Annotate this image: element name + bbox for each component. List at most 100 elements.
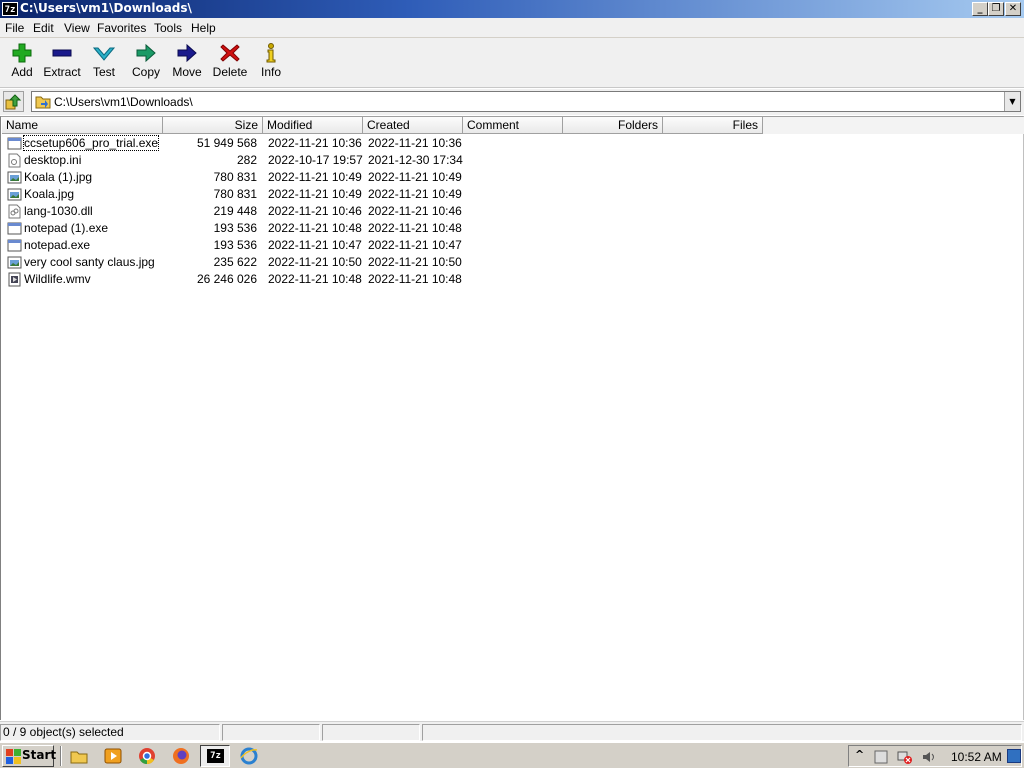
app-window: 7z C:\Users\vm1\Downloads\ _ ❐ ✕ File Ed… xyxy=(0,0,1024,768)
file-name: Wildlife.wmv xyxy=(24,272,91,286)
status-panel-extra xyxy=(422,724,1022,741)
file-name: Koala (1).jpg xyxy=(24,170,93,184)
file-size: 193 536 xyxy=(213,221,257,235)
minimize-button[interactable]: _ xyxy=(972,2,988,16)
file-name: notepad.exe xyxy=(24,238,91,252)
info-button[interactable]: Info xyxy=(249,42,293,84)
maximize-button[interactable]: ❐ xyxy=(988,2,1004,16)
test-label: Test xyxy=(92,65,115,79)
volume-icon[interactable] xyxy=(921,749,937,765)
file-modified: 2022-11-21 10:48 xyxy=(268,272,362,286)
file-created: 2022-11-21 10:50 xyxy=(368,255,462,269)
chrome-icon[interactable] xyxy=(138,747,156,765)
column-folders[interactable]: Folders xyxy=(563,117,663,134)
explorer-icon[interactable] xyxy=(70,747,88,765)
video-icon xyxy=(8,272,21,287)
menu-file[interactable]: File xyxy=(5,21,24,35)
column-size[interactable]: Size xyxy=(163,117,263,134)
file-row[interactable]: Koala (1).jpg 780 831 2022-11-21 10:49 2022… xyxy=(2,169,762,186)
file-row[interactable]: ccsetup606_pro_trial.exe 51 949 568 2022-1… xyxy=(2,135,762,152)
action-center-icon[interactable] xyxy=(873,749,889,765)
file-name: ccsetup606_pro_trial.exe xyxy=(22,135,160,151)
7zip-icon: 7z xyxy=(207,749,224,763)
add-button[interactable]: Add xyxy=(0,42,44,84)
test-icon xyxy=(92,47,116,61)
menu-help[interactable]: Help xyxy=(191,21,216,35)
column-comment[interactable]: Comment xyxy=(463,117,563,134)
file-size: 780 831 xyxy=(213,170,257,184)
file-created: 2022-11-21 10:48 xyxy=(368,221,462,235)
file-size: 51 949 568 xyxy=(196,136,257,150)
file-size: 219 448 xyxy=(213,204,257,218)
move-button[interactable]: Move xyxy=(165,42,209,84)
file-row[interactable]: desktop.ini 282 2022-10-17 19:57 2021-12-30… xyxy=(2,152,762,169)
close-button[interactable]: ✕ xyxy=(1005,2,1021,16)
firefox-icon[interactable] xyxy=(172,747,190,765)
file-row[interactable]: lang-1030.dll 219 448 2022-11-21 10:46 2022… xyxy=(2,203,762,220)
file-size: 235 622 xyxy=(213,255,257,269)
file-row[interactable]: notepad.exe 193 536 2022-11-21 10:47 2022-1… xyxy=(2,237,762,254)
copy-button[interactable]: Copy xyxy=(124,42,168,84)
file-row[interactable]: Koala.jpg 780 831 2022-11-21 10:49 2022-11-… xyxy=(2,186,762,203)
move-icon xyxy=(177,43,197,63)
menu-view[interactable]: View xyxy=(64,21,90,35)
move-label: Move xyxy=(172,65,202,79)
folder-icon xyxy=(35,96,51,109)
status-panel-modified xyxy=(322,724,420,741)
task-7zip[interactable]: 7z xyxy=(200,745,230,767)
menu-favorites[interactable]: Favorites xyxy=(97,21,146,35)
file-row[interactable]: notepad (1).exe 193 536 2022-11-21 10:48 20… xyxy=(2,220,762,237)
file-created: 2022-11-21 10:47 xyxy=(368,238,462,252)
status-panel-size xyxy=(222,724,320,741)
clock[interactable]: 10:52 AM xyxy=(951,750,1002,764)
file-name: Koala.jpg xyxy=(24,187,75,201)
app-icon: 7z xyxy=(2,2,18,16)
address-combobox[interactable]: C:\Users\vm1\Downloads\ ▼ xyxy=(31,91,1021,112)
copy-label: Copy xyxy=(131,65,160,79)
extract-button[interactable]: Extract xyxy=(40,42,84,84)
file-created: 2022-11-21 10:36 xyxy=(368,136,462,150)
exe-icon xyxy=(7,222,22,235)
delete-icon xyxy=(220,44,240,62)
file-created: 2022-11-21 10:48 xyxy=(368,272,462,286)
title-bar[interactable]: 7z C:\Users\vm1\Downloads\ _ ❐ ✕ xyxy=(0,0,1024,18)
file-row[interactable]: Wildlife.wmv 26 246 026 2022-11-21 10:48 20… xyxy=(2,271,762,288)
chevron-down-icon[interactable]: ▼ xyxy=(1004,92,1020,111)
file-name: very cool santy claus.jpg xyxy=(24,255,155,269)
test-button[interactable]: Test xyxy=(82,42,126,84)
start-label: Start xyxy=(22,748,57,762)
up-folder-button[interactable] xyxy=(3,91,24,112)
file-modified: 2022-11-21 10:49 xyxy=(268,187,362,201)
column-files[interactable]: Files xyxy=(663,117,763,134)
file-name: lang-1030.dll xyxy=(24,204,93,218)
file-modified: 2022-11-21 10:36 xyxy=(268,136,362,150)
file-size: 26 246 026 xyxy=(196,272,257,286)
menu-edit[interactable]: Edit xyxy=(33,21,54,35)
image-icon xyxy=(7,256,22,269)
file-created: 2022-11-21 10:49 xyxy=(368,170,462,184)
delete-button[interactable]: Delete xyxy=(208,42,252,84)
address-path: C:\Users\vm1\Downloads\ xyxy=(54,95,193,109)
file-row[interactable]: very cool santy claus.jpg 235 622 2022-11-… xyxy=(2,254,762,271)
show-hidden-icons-icon[interactable]: ^ xyxy=(855,748,864,761)
file-modified: 2022-11-21 10:49 xyxy=(268,170,362,184)
column-headers: Name Size Modified Created Comment Folde… xyxy=(2,117,1024,134)
column-modified[interactable]: Modified xyxy=(263,117,363,134)
file-size: 193 536 xyxy=(213,238,257,252)
add-icon xyxy=(12,43,32,63)
start-button[interactable]: Start xyxy=(2,745,57,767)
windows-logo-icon xyxy=(6,749,21,764)
file-name: desktop.ini xyxy=(24,153,82,167)
network-error-icon[interactable] xyxy=(897,749,913,765)
column-created[interactable]: Created xyxy=(363,117,463,134)
internet-explorer-icon[interactable] xyxy=(240,747,258,765)
delete-label: Delete xyxy=(212,65,248,79)
file-list[interactable]: Name Size Modified Created Comment Folde… xyxy=(0,116,1024,720)
show-desktop-icon[interactable] xyxy=(1007,749,1021,763)
menu-bar: File Edit View Favorites Tools Help xyxy=(0,18,1024,38)
media-player-icon[interactable] xyxy=(104,747,122,765)
system-tray: ^ 10:52 AM xyxy=(848,745,1022,767)
menu-tools[interactable]: Tools xyxy=(154,21,182,35)
status-selection: 0 / 9 object(s) selected xyxy=(0,724,220,741)
column-name[interactable]: Name xyxy=(2,117,163,134)
